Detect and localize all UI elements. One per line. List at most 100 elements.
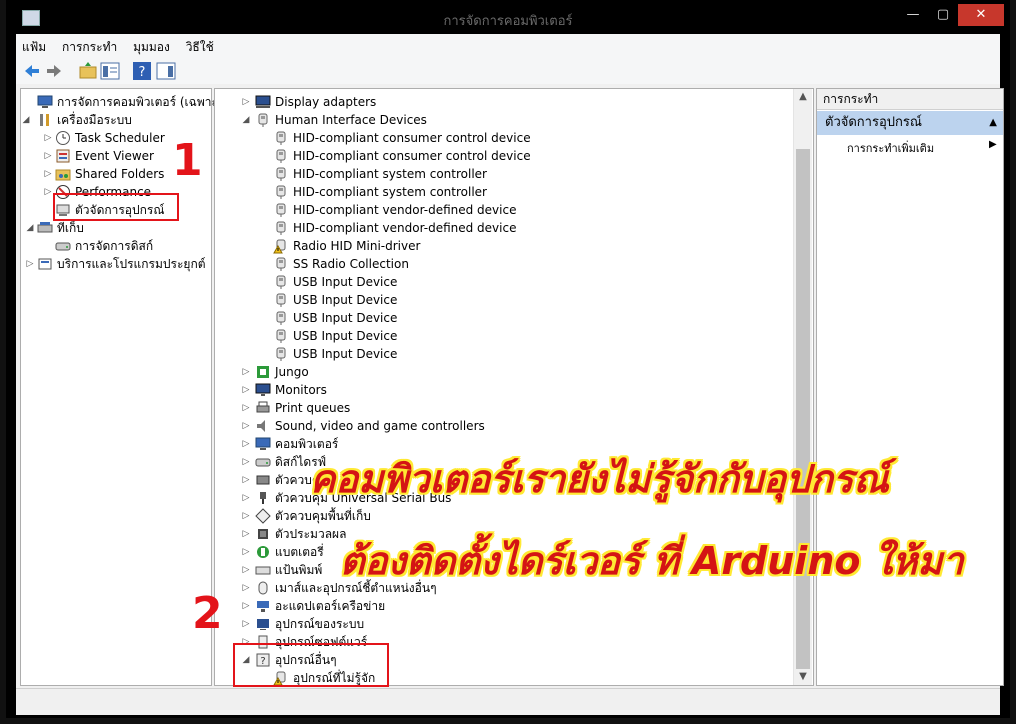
- device-label: USB Input Device: [293, 311, 398, 325]
- expand-arrow-icon[interactable]: ▷: [43, 147, 53, 165]
- device-item[interactable]: Radio HID Mini-driver: [215, 237, 793, 255]
- storage-controller-icon: [255, 508, 271, 524]
- scroll-thumb[interactable]: [796, 149, 810, 669]
- hid-icon: [273, 256, 289, 272]
- device-label: USB Input Device: [293, 329, 398, 343]
- more-actions-item[interactable]: การกระทำเพิ่มเติม: [847, 139, 934, 157]
- device-category[interactable]: ▷ Display adapters: [215, 93, 793, 111]
- expand-arrow-icon[interactable]: ▷: [241, 597, 251, 615]
- expand-arrow-icon[interactable]: ▷: [241, 93, 251, 111]
- device-label: Display adapters: [275, 95, 377, 109]
- menu-view[interactable]: มุมมอง: [127, 34, 176, 61]
- actions-header: การกระทำ: [817, 89, 1003, 110]
- scroll-up-icon[interactable]: ▲: [794, 89, 812, 105]
- tree-item-9[interactable]: ▷ บริการและโปรแกรมประยุกต์: [21, 255, 207, 273]
- device-label: Sound, video and game controllers: [275, 419, 485, 433]
- hid-icon: [273, 220, 289, 236]
- hid-icon: [273, 148, 289, 164]
- device-item[interactable]: USB Input Device: [215, 291, 793, 309]
- expand-arrow-icon[interactable]: ▷: [241, 399, 251, 417]
- expand-arrow-icon[interactable]: ▷: [241, 543, 251, 561]
- device-category[interactable]: ◢ Human Interface Devices: [215, 111, 793, 129]
- collapse-arrow-icon[interactable]: ◢: [21, 111, 31, 129]
- device-category[interactable]: ▷ Sound, video and game controllers: [215, 417, 793, 435]
- collapse-arrow-icon[interactable]: ▲: [989, 111, 997, 135]
- device-item[interactable]: USB Input Device: [215, 309, 793, 327]
- expand-arrow-icon[interactable]: ▷: [241, 561, 251, 579]
- device-item[interactable]: HID-compliant system controller: [215, 165, 793, 183]
- title-bar[interactable]: การจัดการคอมพิวเตอร์ — ▢ ✕: [6, 0, 1010, 34]
- tree-item-0[interactable]: การจัดการคอมพิวเตอร์ (เฉพาะที่): [21, 93, 231, 111]
- minimize-button[interactable]: —: [898, 4, 928, 26]
- expand-arrow-icon[interactable]: ▷: [241, 453, 251, 471]
- expand-arrow-icon[interactable]: ▷: [241, 507, 251, 525]
- submenu-arrow-icon: ▶: [989, 139, 997, 150]
- expand-arrow-icon[interactable]: ▷: [43, 165, 53, 183]
- device-item[interactable]: HID-compliant system controller: [215, 183, 793, 201]
- device-label: HID-compliant system controller: [293, 185, 487, 199]
- collapse-arrow-icon[interactable]: ◢: [25, 219, 35, 237]
- device-label: ตัวควบคุมพื้นที่เก็บ: [275, 509, 371, 523]
- device-category[interactable]: ▷ ตัวควบคุมพื้นที่เก็บ: [215, 507, 793, 525]
- device-tree: ▷ Display adapters ◢ Human Interface Device…: [214, 88, 814, 686]
- expand-arrow-icon[interactable]: ▷: [241, 525, 251, 543]
- expand-arrow-icon[interactable]: ▷: [241, 579, 251, 597]
- device-item[interactable]: SS Radio Collection: [215, 255, 793, 273]
- device-item[interactable]: HID-compliant vendor-defined device: [215, 219, 793, 237]
- device-item[interactable]: HID-compliant vendor-defined device: [215, 201, 793, 219]
- computer-management-window: การจัดการคอมพิวเตอร์ — ▢ ✕ แฟ้ม การกระทำ…: [6, 0, 1010, 718]
- menu-file[interactable]: แฟ้ม: [16, 34, 52, 61]
- maximize-button[interactable]: ▢: [928, 4, 958, 26]
- expand-arrow-icon[interactable]: ▷: [43, 183, 53, 201]
- device-item[interactable]: USB Input Device: [215, 345, 793, 363]
- hid-icon: [273, 274, 289, 290]
- show-hide-tree-icon[interactable]: [100, 61, 120, 81]
- device-item[interactable]: USB Input Device: [215, 327, 793, 345]
- device-label: แบตเตอรี่: [275, 545, 324, 559]
- back-arrow-icon[interactable]: [22, 61, 42, 81]
- vertical-scrollbar[interactable]: ▲ ▼: [793, 89, 812, 685]
- expand-arrow-icon[interactable]: ▷: [241, 417, 251, 435]
- tree-item-1[interactable]: ◢ เครื่องมือระบบ: [21, 111, 207, 129]
- up-folder-icon[interactable]: [78, 61, 98, 81]
- expand-arrow-icon[interactable]: ▷: [241, 489, 251, 507]
- device-item[interactable]: USB Input Device: [215, 273, 793, 291]
- expand-arrow-icon[interactable]: ▷: [241, 381, 251, 399]
- expand-arrow-icon[interactable]: ▷: [241, 363, 251, 381]
- device-label: USB Input Device: [293, 275, 398, 289]
- warning-device-icon: [273, 238, 289, 254]
- tree-item-7[interactable]: ◢ ที่เก็บ: [21, 219, 207, 237]
- device-label: Monitors: [275, 383, 327, 397]
- device-label: ตัวประมวลผล: [275, 527, 347, 541]
- computer-icon: [37, 94, 53, 110]
- close-button[interactable]: ✕: [958, 4, 1004, 26]
- device-label: HID-compliant system controller: [293, 167, 487, 181]
- computer-icon: [255, 436, 271, 452]
- device-item[interactable]: HID-compliant consumer control device: [215, 147, 793, 165]
- collapse-arrow-icon[interactable]: ◢: [241, 111, 251, 129]
- scroll-down-icon[interactable]: ▼: [794, 669, 812, 685]
- expand-arrow-icon[interactable]: ▷: [43, 129, 53, 147]
- menu-help[interactable]: วิธีใช้: [180, 34, 220, 61]
- device-category[interactable]: ▷ อะแดปเตอร์เครือข่าย: [215, 597, 793, 615]
- device-category[interactable]: ▷ อุปกรณ์ของระบบ: [215, 615, 793, 633]
- show-action-pane-icon[interactable]: [156, 61, 176, 81]
- tree-item-8[interactable]: การจัดการดิสก์: [21, 237, 207, 255]
- expand-arrow-icon[interactable]: ▷: [241, 435, 251, 453]
- device-category[interactable]: ▷ Print queues: [215, 399, 793, 417]
- actions-group-device-manager[interactable]: ตัวจัดการอุปกรณ์ ▲: [817, 111, 1003, 135]
- menu-action[interactable]: การกระทำ: [56, 34, 123, 61]
- expand-arrow-icon[interactable]: ▷: [241, 471, 251, 489]
- device-category[interactable]: ▷ Jungo: [215, 363, 793, 381]
- device-category[interactable]: ▷ Monitors: [215, 381, 793, 399]
- jungo-icon: [255, 364, 271, 380]
- expand-arrow-icon[interactable]: ▷: [241, 615, 251, 633]
- device-label: SS Radio Collection: [293, 257, 409, 271]
- device-label: แป้นพิมพ์: [275, 563, 323, 577]
- hid-icon: [273, 328, 289, 344]
- help-icon[interactable]: ?: [132, 61, 152, 81]
- expand-arrow-icon[interactable]: ▷: [25, 255, 35, 273]
- device-label: HID-compliant consumer control device: [293, 149, 531, 163]
- forward-arrow-icon[interactable]: [44, 61, 64, 81]
- device-item[interactable]: HID-compliant consumer control device: [215, 129, 793, 147]
